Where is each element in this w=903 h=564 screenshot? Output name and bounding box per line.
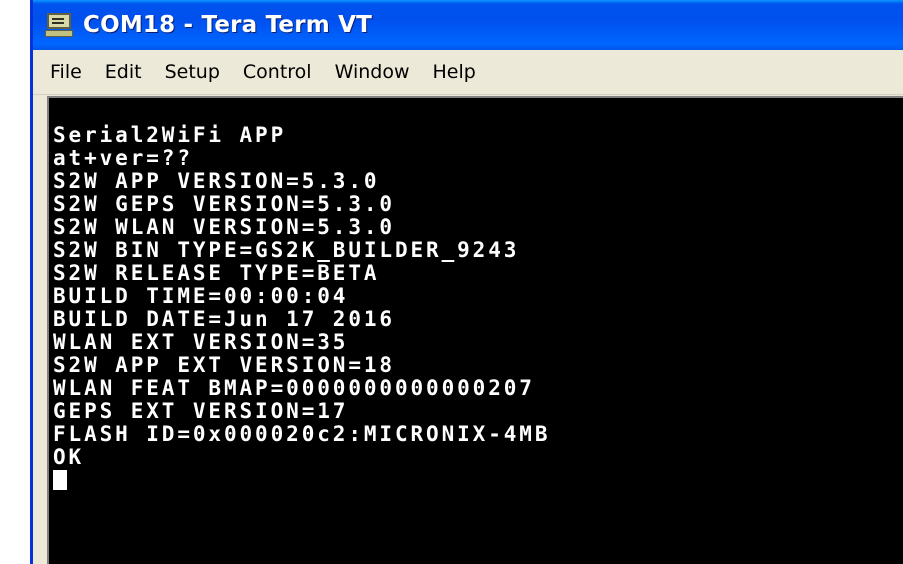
terminal-line: S2W BIN TYPE=GS2K_BUILDER_9243: [53, 238, 520, 262]
menu-control[interactable]: Control: [233, 61, 322, 83]
terminal-area[interactable]: Serial2WiFi APP at+ver=?? S2W APP VERSIO…: [47, 96, 903, 564]
terminal-cursor: [53, 470, 67, 490]
menu-help[interactable]: Help: [423, 61, 486, 83]
terminal-line: FLASH ID=0x000020c2:MICRONIX-4MB: [53, 422, 551, 446]
menu-setup[interactable]: Setup: [155, 61, 230, 83]
terminal-line: at+ver=??: [53, 146, 193, 170]
terminal-line: BUILD DATE=Jun 17 2016: [53, 307, 395, 331]
menu-window[interactable]: Window: [325, 61, 420, 83]
menu-bar: File Edit Setup Control Window Help: [33, 50, 903, 95]
title-bar[interactable]: COM18 - Tera Term VT: [33, 0, 903, 50]
terminal-line: BUILD TIME=00:00:04: [53, 284, 349, 308]
terminal-line: S2W RELEASE TYPE=BETA: [53, 261, 380, 285]
teraterm-icon[interactable]: [45, 12, 73, 38]
terminal-line: S2W APP VERSION=5.3.0: [53, 169, 380, 193]
terminal-line: S2W WLAN VERSION=5.3.0: [53, 215, 395, 239]
terminal-line: WLAN EXT VERSION=35: [53, 330, 349, 354]
terminal-line: S2W GEPS VERSION=5.3.0: [53, 192, 395, 216]
terminal-line: Serial2WiFi APP: [53, 123, 287, 147]
window-title: COM18 - Tera Term VT: [83, 12, 373, 38]
terminal-line: WLAN FEAT BMAP=0000000000000207: [53, 376, 535, 400]
terminal-line: S2W APP EXT VERSION=18: [53, 353, 395, 377]
teraterm-window: COM18 - Tera Term VT File Edit Setup Con…: [30, 0, 903, 564]
terminal-line: OK: [53, 445, 85, 469]
menu-edit[interactable]: Edit: [95, 61, 152, 83]
terminal-line: GEPS EXT VERSION=17: [53, 399, 349, 423]
menu-file[interactable]: File: [33, 61, 92, 83]
